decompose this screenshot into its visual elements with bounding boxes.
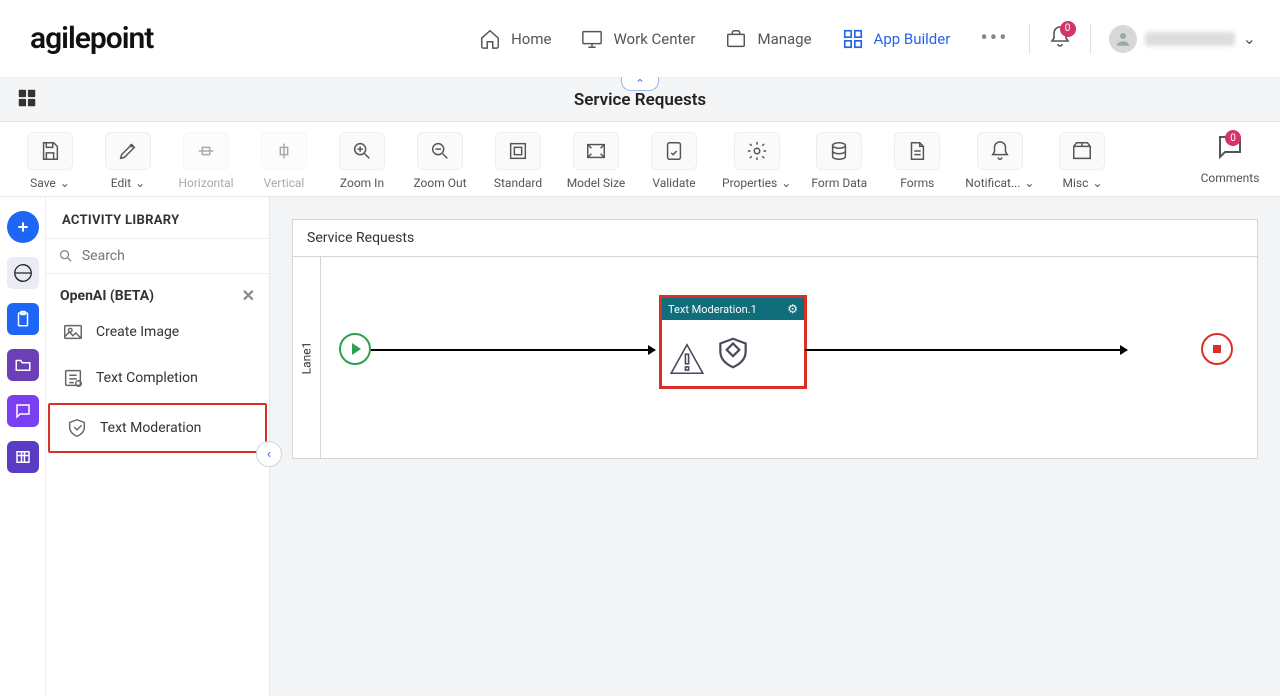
- add-button[interactable]: [7, 211, 39, 243]
- user-menu[interactable]: ⌄: [1109, 25, 1256, 53]
- activity-text-moderation[interactable]: Text Moderation: [48, 403, 267, 453]
- table-category-button[interactable]: [7, 441, 39, 473]
- folder-category-button[interactable]: [7, 349, 39, 381]
- activity-create-image[interactable]: Create Image: [46, 309, 269, 355]
- chevron-down-icon: ⌄: [781, 176, 791, 190]
- notifications-menu-button[interactable]: Notificat...⌄: [965, 132, 1034, 190]
- comments-badge: 0: [1225, 130, 1241, 146]
- connector[interactable]: [805, 349, 1127, 351]
- forms-button[interactable]: Forms: [887, 132, 947, 190]
- openai-category-button[interactable]: [7, 257, 39, 289]
- properties-button[interactable]: Properties⌄: [722, 132, 791, 190]
- chevron-down-icon: ⌄: [135, 176, 145, 190]
- notifications-button[interactable]: 0: [1048, 25, 1072, 53]
- end-node[interactable]: [1201, 333, 1233, 365]
- search-icon: [58, 247, 74, 265]
- lane-body[interactable]: Text Moderation.1 ⚙: [321, 257, 1257, 458]
- nav-manage[interactable]: Manage: [725, 28, 811, 50]
- left-rail: [0, 197, 46, 696]
- comments-button[interactable]: 0 Comments: [1200, 132, 1260, 185]
- monitor-icon: [581, 28, 603, 50]
- library-search[interactable]: [46, 238, 269, 274]
- edit-button[interactable]: Edit⌄: [98, 132, 158, 190]
- warning-icon: [668, 340, 706, 382]
- sub-bar: ⌃ Service Requests: [0, 78, 1280, 122]
- zoom-out-button[interactable]: Zoom Out: [410, 132, 470, 190]
- chevron-down-icon: ⌄: [1024, 176, 1034, 190]
- chevron-down-icon: ⌄: [1092, 176, 1102, 190]
- logo: agilepoint: [30, 21, 153, 56]
- form-data-button[interactable]: Form Data: [809, 132, 869, 190]
- nav-home[interactable]: Home: [479, 28, 551, 50]
- briefcase-icon: [725, 28, 747, 50]
- home-icon: [479, 28, 501, 50]
- connector[interactable]: [371, 349, 655, 351]
- nav-more[interactable]: •••: [980, 26, 1008, 51]
- canvas-wrap: ‹ Service Requests Lane1 Text Moderation…: [270, 197, 1280, 696]
- task-node-text-moderation[interactable]: Text Moderation.1 ⚙: [659, 295, 807, 389]
- search-input[interactable]: [82, 248, 257, 264]
- align-horizontal-button[interactable]: Horizontal: [176, 132, 236, 190]
- lane-label: Lane1: [293, 257, 321, 458]
- validate-button[interactable]: Validate: [644, 132, 704, 190]
- avatar: [1109, 25, 1137, 53]
- model-size-button[interactable]: Model Size: [566, 132, 626, 190]
- activity-text-completion[interactable]: Text Completion: [46, 355, 269, 401]
- start-node[interactable]: [339, 333, 371, 365]
- standard-view-button[interactable]: Standard: [488, 132, 548, 190]
- align-vertical-button[interactable]: Vertical: [254, 132, 314, 190]
- clipboard-category-button[interactable]: [7, 303, 39, 335]
- nav-work-center[interactable]: Work Center: [581, 28, 695, 50]
- save-button[interactable]: Save⌄: [20, 132, 80, 190]
- divider: [1090, 24, 1091, 54]
- activity-library-panel: ACTIVITY LIBRARY OpenAI (BETA) ✕ Create …: [46, 197, 270, 696]
- nav-app-builder[interactable]: App Builder: [842, 28, 951, 50]
- close-icon[interactable]: ✕: [242, 286, 255, 305]
- swim-lane: Lane1 Text Moderation.1 ⚙: [293, 257, 1257, 458]
- zoom-in-button[interactable]: Zoom In: [332, 132, 392, 190]
- process-canvas[interactable]: Service Requests Lane1 Text Moderation.1…: [292, 219, 1258, 459]
- canvas-title: Service Requests: [293, 220, 1257, 257]
- chevron-down-icon: ⌄: [1243, 29, 1256, 48]
- library-section-header[interactable]: OpenAI (BETA) ✕: [46, 274, 269, 309]
- gear-icon[interactable]: ⚙: [787, 302, 798, 316]
- user-name: [1145, 32, 1235, 46]
- task-label: Text Moderation.1: [668, 303, 757, 316]
- library-title: ACTIVITY LIBRARY: [46, 197, 269, 238]
- apps-grid-icon[interactable]: [16, 87, 38, 113]
- page-title: Service Requests: [574, 90, 706, 110]
- divider: [1029, 24, 1030, 54]
- grid-icon: [842, 28, 864, 50]
- chat-category-button[interactable]: [7, 395, 39, 427]
- top-nav: agilepoint Home Work Center Manage App B…: [0, 0, 1280, 78]
- collapse-panel-button[interactable]: ‹: [256, 441, 282, 467]
- chevron-down-icon: ⌄: [60, 176, 70, 190]
- misc-button[interactable]: Misc⌄: [1052, 132, 1112, 190]
- notif-badge: 0: [1060, 21, 1076, 37]
- toolbar: Save⌄ Edit⌄ Horizontal Vertical Zoom In …: [0, 122, 1280, 197]
- work-area: ACTIVITY LIBRARY OpenAI (BETA) ✕ Create …: [0, 197, 1280, 696]
